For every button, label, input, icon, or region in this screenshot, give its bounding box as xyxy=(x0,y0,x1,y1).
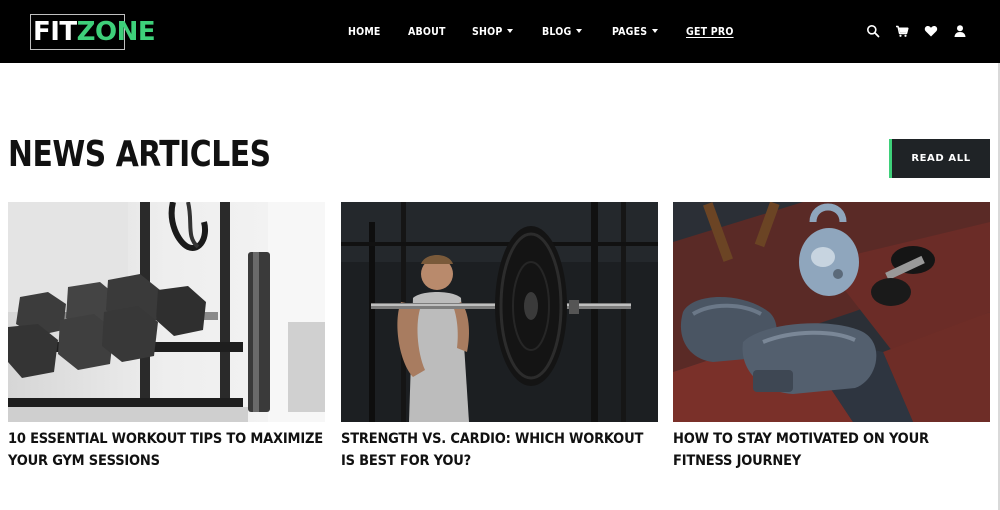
chevron-down-icon xyxy=(576,29,583,33)
nav-about[interactable]: ABOUT xyxy=(408,26,446,39)
nav-pages-label: PAGES xyxy=(612,26,648,38)
read-all-button[interactable]: READ ALL xyxy=(889,139,990,178)
nav-shop-label: SHOP xyxy=(472,26,503,38)
logo-text-fit: FIT xyxy=(33,17,77,47)
article-card: HOW TO STAY MOTIVATED ON YOUR FITNESS JO… xyxy=(673,202,990,472)
cart-icon[interactable] xyxy=(895,24,909,38)
nav-home-label: HOME xyxy=(348,26,381,38)
user-icon[interactable] xyxy=(953,24,967,38)
logo-text-zone: ZONE xyxy=(76,17,156,47)
nav-blog-label: BLOG xyxy=(542,26,572,38)
nav-blog[interactable]: BLOG xyxy=(542,26,583,39)
chevron-down-icon xyxy=(507,29,514,33)
article-image-dumbbell-rack[interactable] xyxy=(8,202,325,422)
article-card: 10 ESSENTIAL WORKOUT TIPS TO MAXIMIZE YO… xyxy=(8,202,325,472)
nav-shop[interactable]: SHOP xyxy=(472,26,514,39)
article-title[interactable]: HOW TO STAY MOTIVATED ON YOUR FITNESS JO… xyxy=(673,428,990,472)
search-icon[interactable] xyxy=(866,24,880,38)
article-title[interactable]: 10 ESSENTIAL WORKOUT TIPS TO MAXIMIZE YO… xyxy=(8,428,325,472)
article-card: STRENGTH VS. CARDIO: WHICH WORKOUT IS BE… xyxy=(341,202,658,472)
chevron-down-icon xyxy=(652,29,659,33)
nav-home[interactable]: HOME xyxy=(348,26,381,39)
nav-pages[interactable]: PAGES xyxy=(612,26,659,39)
article-title[interactable]: STRENGTH VS. CARDIO: WHICH WORKOUT IS BE… xyxy=(341,428,658,472)
nav-get-pro[interactable]: GET PRO xyxy=(686,26,734,39)
article-image-barbell-lifter[interactable] xyxy=(341,202,658,422)
nav-get-pro-label: GET PRO xyxy=(686,26,734,38)
heart-icon[interactable] xyxy=(924,24,938,38)
section-title: NEWS ARTICLES xyxy=(8,134,271,175)
nav-about-label: ABOUT xyxy=(408,26,446,38)
site-header: FITZONE HOME ABOUT SHOP BLOG PAGES GET P… xyxy=(0,0,1000,63)
article-image-boxing-gloves[interactable] xyxy=(673,202,990,422)
fitzone-logo[interactable]: FITZONE xyxy=(30,14,156,50)
